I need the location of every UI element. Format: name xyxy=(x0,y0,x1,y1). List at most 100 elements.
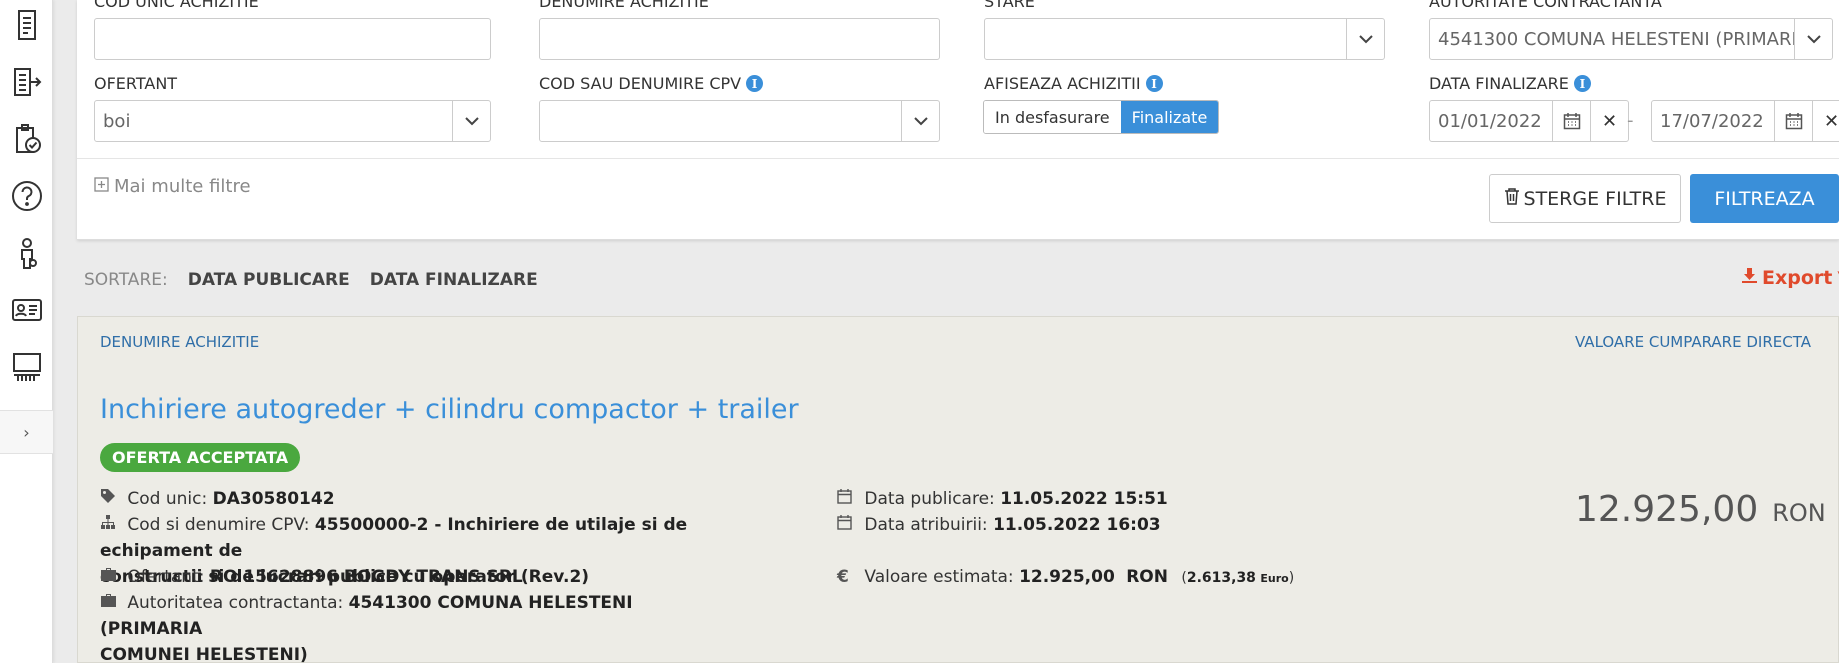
valoare-euro-value: 2.613,38 xyxy=(1186,570,1256,586)
cpv-label: COD SAU DENUMIRE CPV i xyxy=(539,74,764,93)
clear-date-to-icon[interactable]: ✕ xyxy=(1812,101,1839,141)
calendar-icon xyxy=(837,512,859,538)
cpv-row-label: Cod si denumire CPV: xyxy=(127,515,310,535)
autoritate-row-value-line2: COMUNEI HELESTENI) xyxy=(100,645,308,663)
denumire-input[interactable] xyxy=(539,18,940,60)
filter-button[interactable]: FILTREAZA xyxy=(1690,174,1839,223)
info-icon[interactable]: i xyxy=(1145,75,1163,92)
cod-unic-row-value: DA30580142 xyxy=(212,489,335,509)
date-to-field[interactable]: 17/07/2022 ✕ xyxy=(1651,100,1839,142)
plus-square-icon xyxy=(94,176,109,197)
afiseaza-label: AFISEAZA ACHIZITII i xyxy=(984,74,1163,93)
chevron-right-icon: › xyxy=(23,422,30,442)
euro-icon: € xyxy=(837,567,849,587)
cpv-label-text: COD SAU DENUMIRE CPV xyxy=(539,74,742,93)
price-currency: RON xyxy=(1772,499,1826,527)
info-icon[interactable]: i xyxy=(1573,75,1591,92)
data-finalizare-label-text: DATA FINALIZARE xyxy=(1429,74,1569,93)
denumire-label: DENUMIRE ACHIZITIE xyxy=(539,0,709,11)
export-button[interactable]: Export ˅ xyxy=(1741,267,1839,289)
more-filters-link[interactable]: Mai multe filtre xyxy=(94,176,251,197)
sitemap-icon xyxy=(100,512,122,538)
valoare-euro-group: (2.613,38 Euro) xyxy=(1181,570,1295,586)
data-finalizare-label: DATA FINALIZARE i xyxy=(1429,74,1591,93)
column-header-denumire: DENUMIRE ACHIZITIE xyxy=(100,333,260,351)
result-card: DENUMIRE ACHIZITIE VALOARE CUMPARARE DIR… xyxy=(77,316,1839,663)
date-range-separator: - xyxy=(1627,110,1634,131)
data-atribuire-value: 11.05.2022 16:03 xyxy=(993,515,1161,535)
valoare-estimata-row: € Valoare estimata: 12.925,00 RON (2.613… xyxy=(837,564,1294,592)
info-icon[interactable]: i xyxy=(746,75,764,92)
sort-data-finalizare[interactable]: DATA FINALIZARE xyxy=(370,270,538,290)
afiseaza-label-text: AFISEAZA ACHIZITII xyxy=(984,74,1141,93)
chevron-down-icon xyxy=(452,101,490,141)
id-card-icon[interactable] xyxy=(0,285,53,335)
afiseaza-toggle: In desfasurare Finalizate xyxy=(983,100,1220,134)
valoare-estimata-value: 12.925,00 xyxy=(1019,567,1115,587)
autoritate-row-label: Autoritatea contractanta: xyxy=(127,593,344,613)
trash-icon xyxy=(1504,187,1520,210)
calendar-icon[interactable] xyxy=(1774,101,1812,141)
sidebar: › xyxy=(0,0,53,663)
date-to-value: 17/07/2022 xyxy=(1660,110,1764,132)
date-from-value: 01/01/2022 xyxy=(1438,110,1542,132)
date-from-field[interactable]: 01/01/2022 ✕ xyxy=(1429,100,1629,142)
valoare-euro-unit: Euro xyxy=(1260,572,1289,585)
download-icon xyxy=(1741,267,1758,289)
tag-icon xyxy=(100,486,122,512)
calendar-icon xyxy=(837,486,859,512)
ofertant-label: OFERTANT xyxy=(94,74,177,93)
sort-data-publicare[interactable]: DATA PUBLICARE xyxy=(188,270,350,290)
person-icon[interactable] xyxy=(0,228,53,278)
cod-unic-input[interactable] xyxy=(94,18,491,60)
clear-filters-label: STERGE FILTRE xyxy=(1523,187,1667,210)
price-amount: 12.925,00 xyxy=(1575,489,1759,530)
filter-label: FILTREAZA xyxy=(1714,187,1815,210)
list-export-icon[interactable] xyxy=(0,57,53,107)
autoritate-select[interactable]: 4541300 COMUNA HELESTENI (PRIMARIA COMUN… xyxy=(1429,18,1833,60)
divider xyxy=(77,158,1839,159)
valoare-estimata-label: Valoare estimata: xyxy=(864,567,1014,587)
cod-unic-row: Cod unic: DA30580142 xyxy=(100,486,335,512)
data-publicare-value: 11.05.2022 15:51 xyxy=(1000,489,1168,509)
column-header-valoare: VALOARE CUMPARARE DIRECTA xyxy=(1575,333,1811,351)
cod-unic-label: COD UNIC ACHIZITIE xyxy=(94,0,259,11)
stare-label: STARE xyxy=(984,0,1035,11)
calendar-icon[interactable] xyxy=(1552,101,1590,141)
ofertant-row-label: Ofertant: xyxy=(127,567,205,587)
chevron-down-icon xyxy=(901,101,939,141)
option-in-desfasurare[interactable]: In desfasurare xyxy=(984,101,1121,133)
valoare-estimata-currency: RON xyxy=(1126,567,1168,587)
cod-unic-row-label: Cod unic: xyxy=(127,489,208,509)
cpv-select[interactable] xyxy=(539,100,940,142)
help-icon[interactable] xyxy=(0,171,53,221)
ofertant-value: boi xyxy=(103,110,131,132)
document-icon[interactable] xyxy=(0,0,53,50)
briefcase-icon xyxy=(100,564,122,590)
clipboard-check-icon[interactable] xyxy=(0,114,53,164)
autoritate-label: AUTORITATE CONTRACTANTA xyxy=(1429,0,1662,11)
scanner-icon[interactable] xyxy=(0,342,53,392)
sort-bar: SORTARE: DATA PUBLICARE DATA FINALIZARE xyxy=(84,270,538,290)
ofertant-row: Ofertant: RO 15628896 BOGDY TRANS SRL xyxy=(100,564,523,590)
autoritate-value: 4541300 COMUNA HELESTENI (PRIMARIA COMUN… xyxy=(1438,28,1794,50)
status-badge: OFERTA ACCEPTATA xyxy=(100,443,301,472)
data-publicare-row: Data publicare: 11.05.2022 15:51 xyxy=(837,486,1168,512)
autoritate-row: Autoritatea contractanta: 4541300 COMUNA… xyxy=(100,590,740,663)
data-atribuire-row: Data atribuirii: 11.05.2022 16:03 xyxy=(837,512,1161,538)
ofertant-select[interactable]: boi xyxy=(94,100,491,142)
ofertant-row-value: RO 15628896 BOGDY TRANS SRL xyxy=(209,567,523,587)
briefcase-icon xyxy=(100,590,122,616)
sidebar-expand-button[interactable]: › xyxy=(0,410,53,454)
sort-label: SORTARE: xyxy=(84,270,168,290)
ofertant-label-text: OFERTANT xyxy=(94,74,178,93)
stare-select[interactable] xyxy=(984,18,1385,60)
chevron-down-icon xyxy=(1794,19,1832,59)
clear-filters-button[interactable]: STERGE FILTRE xyxy=(1489,174,1681,223)
option-finalizate[interactable]: Finalizate xyxy=(1120,101,1219,133)
clear-date-from-icon[interactable]: ✕ xyxy=(1590,101,1628,141)
export-label: Export xyxy=(1762,267,1833,289)
result-title-link[interactable]: Inchiriere autogreder + cilindru compact… xyxy=(100,394,799,425)
direct-purchase-value: 12.925,00 RON xyxy=(1575,489,1826,530)
more-filters-label: Mai multe filtre xyxy=(114,176,251,197)
